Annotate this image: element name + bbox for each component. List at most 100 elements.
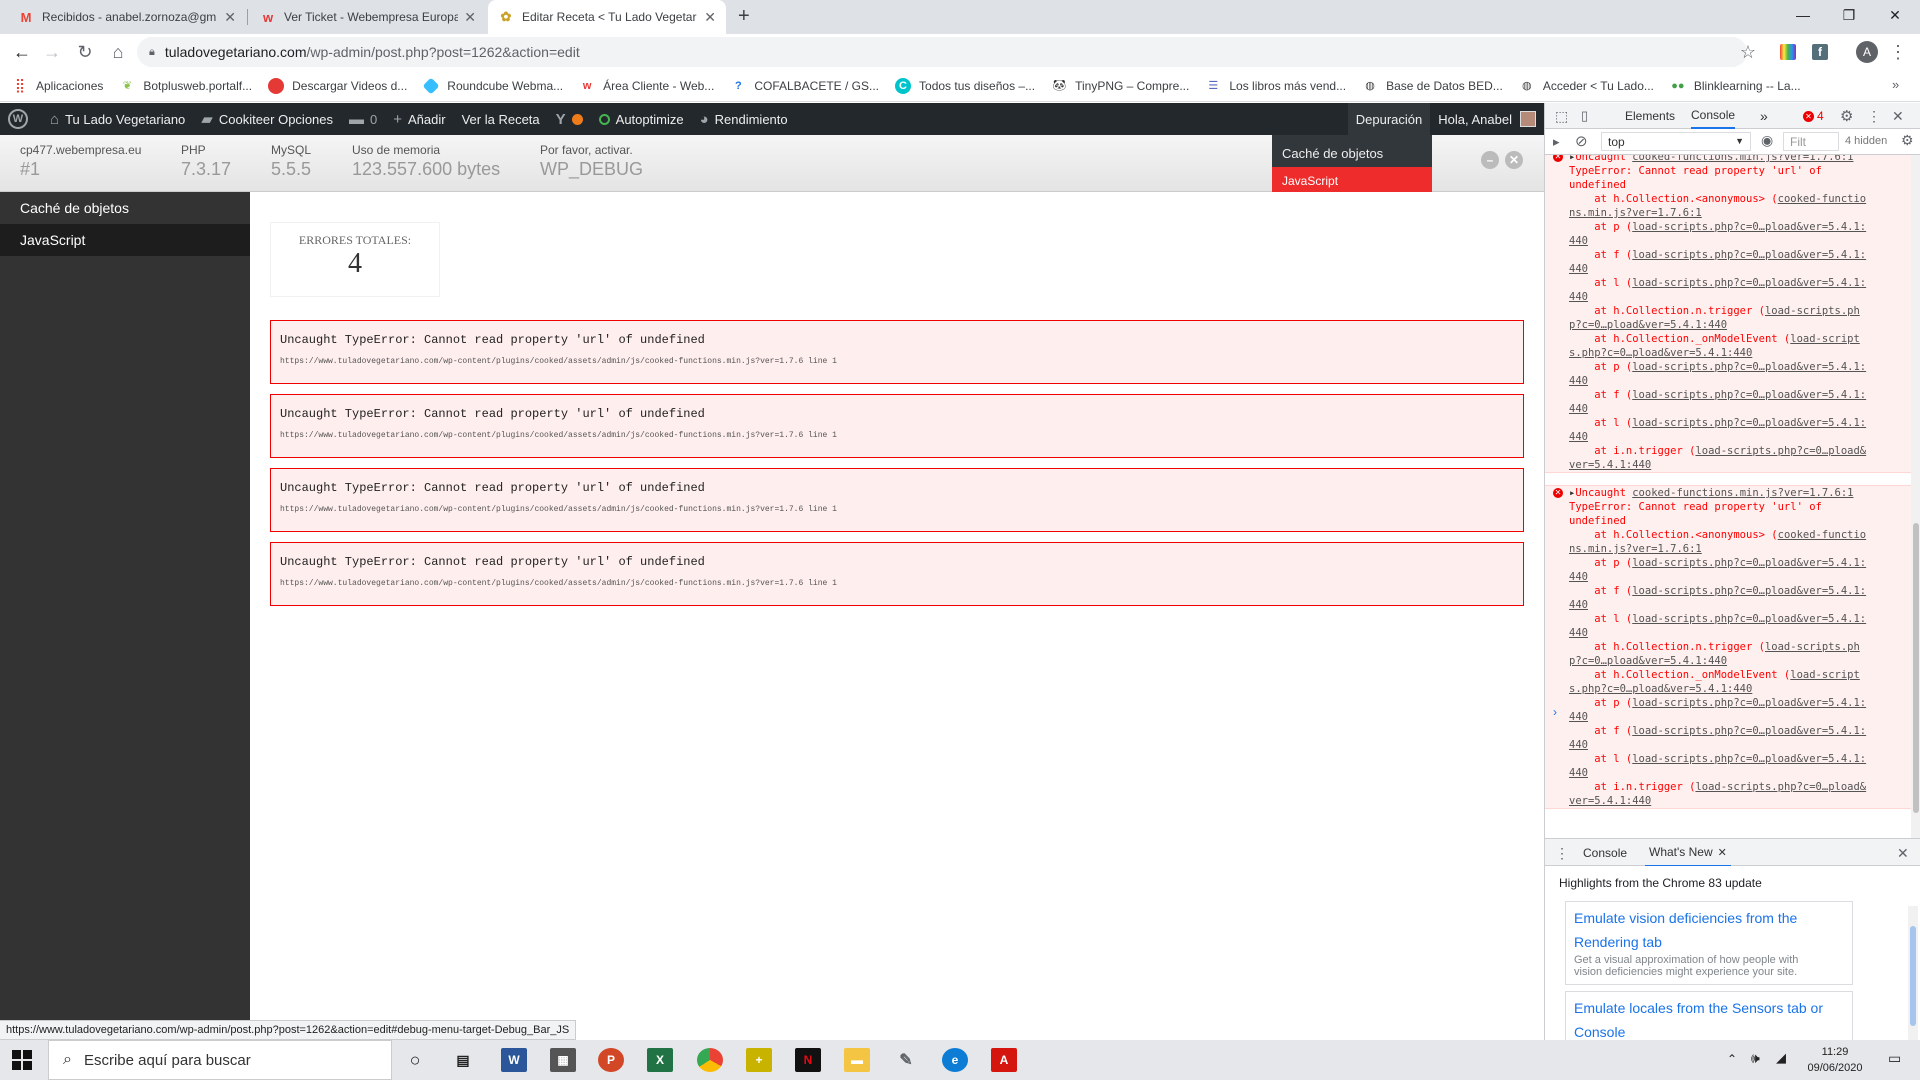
scrollbar-thumb[interactable] bbox=[1910, 926, 1916, 1026]
console-source-link[interactable]: 440 bbox=[1569, 739, 1588, 751]
windows-start-icon[interactable] bbox=[12, 1050, 32, 1070]
tray-chevron-icon[interactable]: ⌃ bbox=[1727, 1052, 1737, 1066]
console-source-link[interactable]: load-scripts.php?c=0…pload&ver=5.4.1: bbox=[1632, 557, 1866, 569]
drawer-tab-console[interactable]: Console bbox=[1583, 839, 1627, 867]
bookmark-cofalbacete[interactable]: ? COFALBACETE / GS... bbox=[730, 78, 879, 94]
context-select[interactable]: top ▼ bbox=[1601, 132, 1751, 151]
console-source-link[interactable]: load-scripts.php?c=0…pload& bbox=[1695, 445, 1866, 457]
bookmark-libros[interactable]: ☰ Los libros más vend... bbox=[1205, 78, 1346, 94]
drawer-menu-icon[interactable]: ⋮ bbox=[1555, 839, 1569, 867]
clock[interactable]: 11:29 09/06/2020 bbox=[1800, 1044, 1870, 1076]
edge-icon[interactable]: e bbox=[942, 1048, 968, 1072]
close-icon[interactable]: ✕ bbox=[224, 9, 236, 26]
bookmark-roundcube[interactable]: Roundcube Webma... bbox=[422, 77, 563, 94]
bookmark-descargar-videos[interactable]: Descargar Videos d... bbox=[268, 77, 407, 94]
wp-logo-menu[interactable]: W bbox=[0, 103, 42, 135]
inspect-icon[interactable]: ⬚ bbox=[1555, 103, 1568, 129]
console-source-link[interactable]: load-scripts.ph bbox=[1765, 641, 1860, 653]
console-source-link[interactable]: ns.min.js?ver=1.7.6:1 bbox=[1569, 207, 1702, 219]
forward-icon[interactable]: → bbox=[40, 40, 64, 64]
reload-icon[interactable]: ↻ bbox=[73, 40, 97, 64]
menu-dots-icon[interactable]: ⋮ bbox=[1867, 103, 1881, 129]
console-source-link[interactable]: 440 bbox=[1569, 767, 1588, 779]
close-devtools-icon[interactable]: ✕ bbox=[1892, 103, 1904, 129]
bookmark-apps[interactable]: ⣿ Aplicaciones bbox=[12, 77, 104, 94]
dropdown-item-object-cache[interactable]: Caché de objetos bbox=[1272, 140, 1432, 167]
clear-console-icon[interactable]: ⊘ bbox=[1575, 132, 1588, 150]
notifications-icon[interactable]: ▭ bbox=[1888, 1050, 1901, 1067]
bookmark-botplusweb[interactable]: ❦ Botplusweb.portalf... bbox=[119, 78, 252, 94]
network-icon[interactable]: ◢ bbox=[1776, 1050, 1786, 1066]
close-icon[interactable]: ✕ bbox=[704, 9, 716, 26]
console-scrollbar[interactable] bbox=[1911, 155, 1920, 838]
tab-editar-receta[interactable]: ✿ Editar Receta < Tu Lado Vegetar ✕ bbox=[488, 0, 726, 34]
facebook-icon[interactable]: f bbox=[1808, 40, 1832, 64]
bookmark-base-datos[interactable]: ◍ Base de Datos BED... bbox=[1362, 78, 1503, 94]
settings-icon[interactable]: ⚙ bbox=[1840, 103, 1853, 129]
console-source-link[interactable]: load-scripts.php?c=0…pload& bbox=[1695, 781, 1866, 793]
home-icon[interactable]: ⌂ bbox=[106, 40, 130, 64]
account-menu[interactable]: Hola, Anabel bbox=[1430, 103, 1544, 135]
console-source-link[interactable]: cooked-functions.min.js?ver=1.7.6:1 bbox=[1632, 155, 1853, 163]
console-settings-icon[interactable]: ⚙ bbox=[1901, 132, 1914, 149]
bookmark-acceder[interactable]: ◍ Acceder < Tu Lado... bbox=[1519, 78, 1654, 94]
console-source-link[interactable]: p?c=0…pload&ver=5.4.1:440 bbox=[1569, 319, 1727, 331]
hidden-count[interactable]: 4 hidden bbox=[1845, 135, 1887, 147]
console-source-link[interactable]: 440 bbox=[1569, 263, 1588, 275]
taskbar-search[interactable]: ⌕ Escribe aquí para buscar bbox=[48, 1040, 392, 1080]
scrollbar-thumb[interactable] bbox=[1913, 523, 1919, 813]
console-source-link[interactable]: p?c=0…pload&ver=5.4.1:440 bbox=[1569, 655, 1727, 667]
console-source-link[interactable]: ver=5.4.1:440 bbox=[1569, 459, 1651, 471]
site-name-menu[interactable]: ⌂ Tu Lado Vegetariano bbox=[42, 103, 193, 135]
acrobat-icon[interactable]: A bbox=[991, 1048, 1017, 1072]
whats-new-card[interactable]: Emulate vision deficiencies from the Ren… bbox=[1565, 901, 1853, 985]
profile-avatar[interactable]: A bbox=[1855, 40, 1879, 64]
debug-menu[interactable]: Depuración bbox=[1347, 103, 1431, 135]
filter-input[interactable]: Filt bbox=[1783, 132, 1839, 151]
console-source-link[interactable]: s.php?c=0…pload&ver=5.4.1:440 bbox=[1569, 347, 1752, 359]
more-bookmarks-icon[interactable]: » bbox=[1892, 77, 1899, 92]
console-source-link[interactable]: load-scripts.php?c=0…pload&ver=5.4.1: bbox=[1632, 249, 1866, 261]
sticky-notes-icon[interactable]: + bbox=[746, 1048, 772, 1072]
console-source-link[interactable]: 440 bbox=[1569, 627, 1588, 639]
tool-icon[interactable]: ✎ bbox=[893, 1048, 919, 1072]
close-debug-button[interactable]: ✕ bbox=[1505, 151, 1523, 169]
console-source-link[interactable]: load-script bbox=[1790, 333, 1860, 345]
drawer-tab-whats-new[interactable]: What's New ✕ bbox=[1645, 839, 1731, 867]
cookiteer-menu[interactable]: ▰ Cookiteer Opciones bbox=[193, 103, 341, 135]
dropdown-item-javascript[interactable]: JavaScript bbox=[1272, 167, 1432, 194]
star-icon[interactable]: ☆ bbox=[1736, 40, 1760, 64]
restore-icon[interactable]: ❐ bbox=[1826, 0, 1872, 30]
autoptimize-menu[interactable]: Autoptimize bbox=[591, 103, 692, 135]
whats-new-card[interactable]: Emulate locales from the Sensors tab or … bbox=[1565, 991, 1853, 1043]
console-source-link[interactable]: load-scripts.ph bbox=[1765, 305, 1860, 317]
tab-console[interactable]: Console bbox=[1691, 103, 1736, 129]
console-source-link[interactable]: 440 bbox=[1569, 599, 1588, 611]
address-bar[interactable]: 🔒︎ tuladovegetariano.com/wp-admin/post.p… bbox=[137, 37, 1747, 67]
eye-icon[interactable]: ◉ bbox=[1761, 132, 1773, 149]
console-source-link[interactable]: load-scripts.php?c=0…pload&ver=5.4.1: bbox=[1632, 753, 1866, 765]
console-source-link[interactable]: cooked-functions.min.js?ver=1.7.6:1 bbox=[1632, 487, 1853, 499]
sidebar-toggle-icon[interactable]: ▸ bbox=[1553, 134, 1560, 150]
comments-menu[interactable]: ▬ 0 bbox=[341, 103, 385, 135]
console-source-link[interactable]: load-scripts.php?c=0…pload&ver=5.4.1: bbox=[1632, 389, 1866, 401]
calculator-icon[interactable]: ▦ bbox=[550, 1048, 576, 1072]
back-icon[interactable]: ← bbox=[10, 40, 34, 64]
console-source-link[interactable]: load-scripts.php?c=0…pload&ver=5.4.1: bbox=[1632, 585, 1866, 597]
console-source-link[interactable]: load-script bbox=[1790, 669, 1860, 681]
powerpoint-icon[interactable]: P bbox=[598, 1048, 624, 1072]
yoast-menu[interactable]: Y bbox=[548, 103, 591, 135]
console-source-link[interactable]: 440 bbox=[1569, 403, 1588, 415]
console-prompt-icon[interactable]: › bbox=[1553, 705, 1557, 719]
bookmark-tinypng[interactable]: 🐼︎ TinyPNG – Compre... bbox=[1051, 78, 1189, 94]
word-icon[interactable]: W bbox=[501, 1048, 527, 1072]
console-source-link[interactable]: ver=5.4.1:440 bbox=[1569, 795, 1651, 807]
task-view-icon[interactable]: ▤ bbox=[450, 1048, 476, 1072]
console-source-link[interactable]: load-scripts.php?c=0…pload&ver=5.4.1: bbox=[1632, 697, 1866, 709]
console-source-link[interactable]: 440 bbox=[1569, 711, 1588, 723]
add-new-menu[interactable]: + Añadir bbox=[385, 103, 453, 135]
file-explorer-icon[interactable]: ▬ bbox=[844, 1048, 870, 1072]
console-source-link[interactable]: 440 bbox=[1569, 291, 1588, 303]
console-source-link[interactable]: load-scripts.php?c=0…pload&ver=5.4.1: bbox=[1632, 277, 1866, 289]
console-source-link[interactable]: cooked-functio bbox=[1778, 529, 1867, 541]
